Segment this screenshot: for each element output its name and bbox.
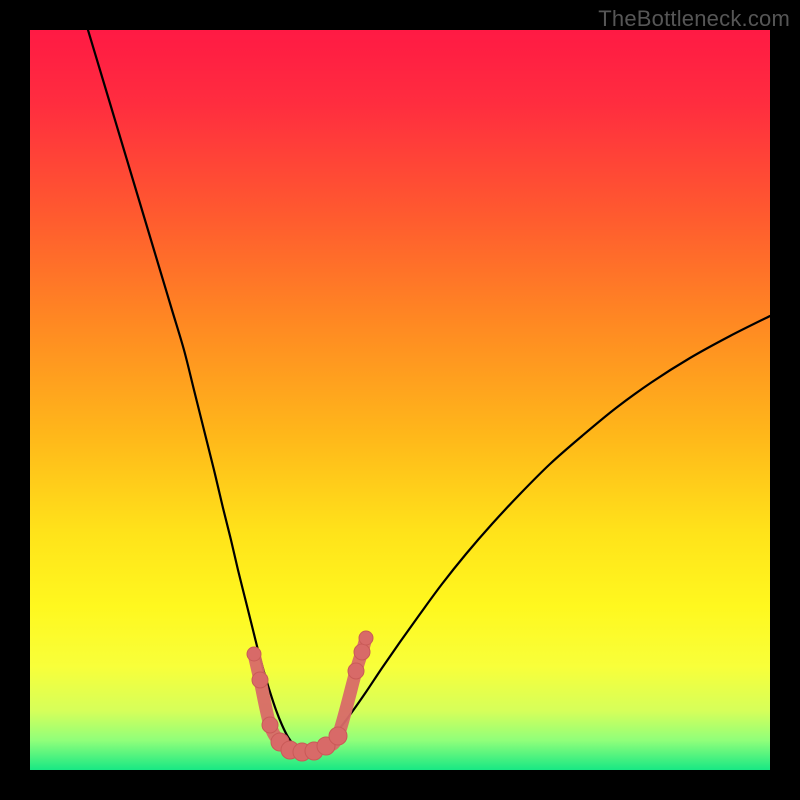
marker-point (359, 631, 373, 645)
chart-svg (30, 30, 770, 770)
watermark-label: TheBottleneck.com (598, 6, 790, 32)
marker-point (329, 727, 347, 745)
marker-point (247, 647, 261, 661)
marker-point (354, 644, 370, 660)
plot-area (30, 30, 770, 770)
marker-point (252, 672, 268, 688)
marker-point (348, 663, 364, 679)
chart-frame: TheBottleneck.com (0, 0, 800, 800)
marker-point (262, 717, 278, 733)
gradient-background (30, 30, 770, 770)
